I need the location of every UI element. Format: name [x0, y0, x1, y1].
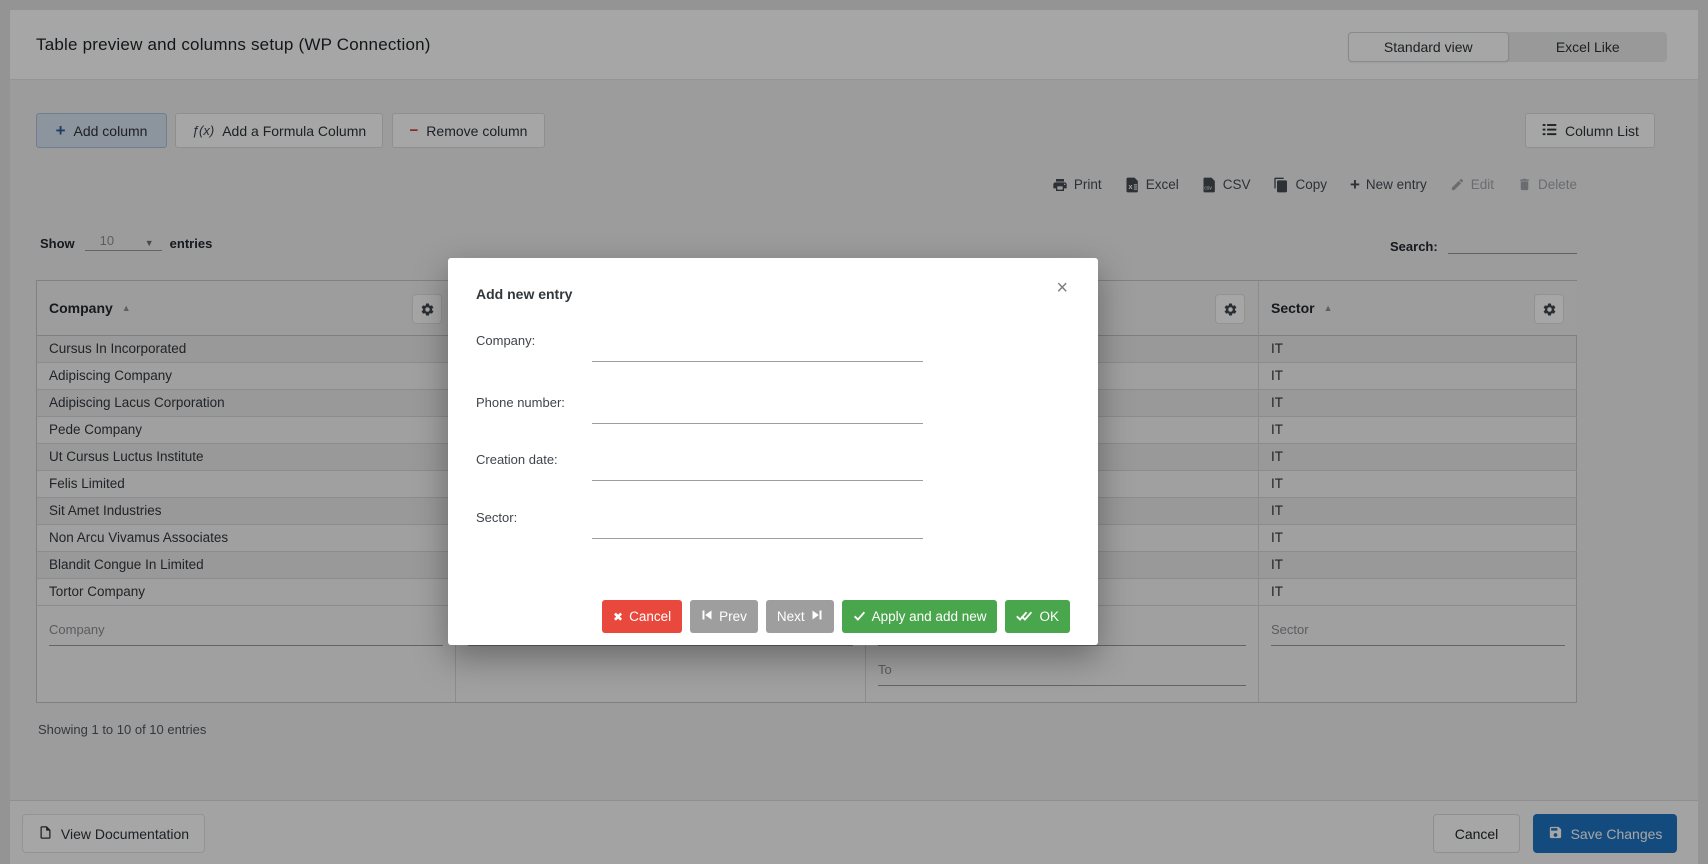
sector-field[interactable]	[592, 513, 923, 539]
modal-next-label: Next	[776, 609, 805, 624]
company-field[interactable]	[592, 336, 923, 362]
modal-buttons: ✖ Cancel Prev Next Apply and add new OK	[602, 600, 1070, 633]
skip-previous-icon	[701, 609, 713, 624]
field-label: Creation date:	[476, 452, 558, 467]
modal-ok-button[interactable]: OK	[1005, 600, 1070, 633]
modal-apply-and-add-new-button[interactable]: Apply and add new	[841, 600, 998, 633]
modal-apply-label: Apply and add new	[871, 609, 987, 624]
modal-field-phone: Phone number:	[476, 391, 923, 424]
phone-number-field[interactable]	[592, 398, 923, 424]
field-label: Sector:	[476, 510, 518, 525]
app-window: Table preview and columns setup (WP Conn…	[0, 0, 1708, 864]
modal-title: Add new entry	[476, 286, 573, 302]
modal-prev-label: Prev	[719, 609, 747, 624]
add-new-entry-modal: Add new entry × Company: Phone number: C…	[448, 258, 1098, 645]
modal-prev-button[interactable]: Prev	[690, 600, 758, 633]
modal-cancel-button[interactable]: ✖ Cancel	[602, 600, 683, 633]
modal-field-company: Company:	[476, 329, 923, 362]
skip-next-icon	[811, 609, 823, 624]
field-label: Company:	[476, 333, 536, 348]
modal-cancel-label: Cancel	[629, 609, 672, 624]
close-icon[interactable]: ×	[1056, 278, 1068, 298]
modal-field-sector: Sector:	[476, 506, 923, 539]
field-label: Phone number:	[476, 395, 565, 410]
modal-ok-label: OK	[1039, 609, 1059, 624]
creation-date-field[interactable]	[592, 455, 923, 481]
check-icon	[853, 609, 866, 625]
double-check-icon	[1016, 609, 1033, 625]
modal-next-button[interactable]: Next	[765, 600, 834, 633]
x-icon: ✖	[613, 609, 624, 624]
modal-field-creation-date: Creation date:	[476, 448, 923, 481]
